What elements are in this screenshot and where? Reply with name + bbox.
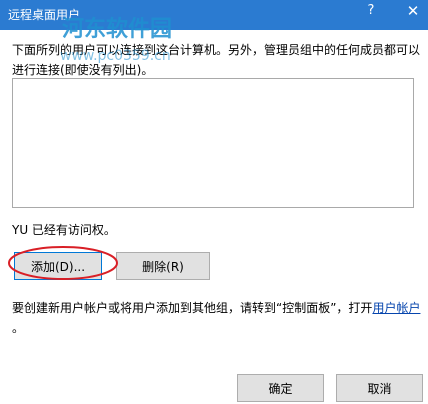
user-accounts-link[interactable]: 用户帐户 (372, 301, 420, 315)
ok-button[interactable]: 确定 (237, 374, 324, 402)
access-status-text: YU 已经有访问权。 (12, 223, 116, 237)
description-text: 下面所列的用户可以连接到这台计算机。另外，管理员组中的任何成员都可以进行连接(即… (12, 43, 421, 77)
info-text: 要创建新用户帐户或将用户添加到其他组，请转到“控制面板”，打开用户帐户 。 (12, 298, 422, 338)
info-text-prefix: 要创建新用户帐户或将用户添加到其他组，请转到“控制面板”，打开 (12, 301, 373, 315)
close-button[interactable]: ✕ (398, 0, 428, 30)
title-bar: 远程桌面用户 ? ✕ (0, 0, 428, 30)
remove-user-button[interactable]: 删除(R) (116, 252, 210, 280)
users-listbox[interactable] (12, 78, 414, 208)
info-text-suffix: 。 (12, 321, 25, 335)
close-icon: ✕ (406, 2, 420, 20)
add-user-button[interactable]: 添加(D)... (14, 252, 102, 280)
help-button[interactable]: ? (360, 0, 382, 30)
window-title: 远程桌面用户 (8, 8, 81, 22)
cancel-button[interactable]: 取消 (336, 374, 423, 402)
